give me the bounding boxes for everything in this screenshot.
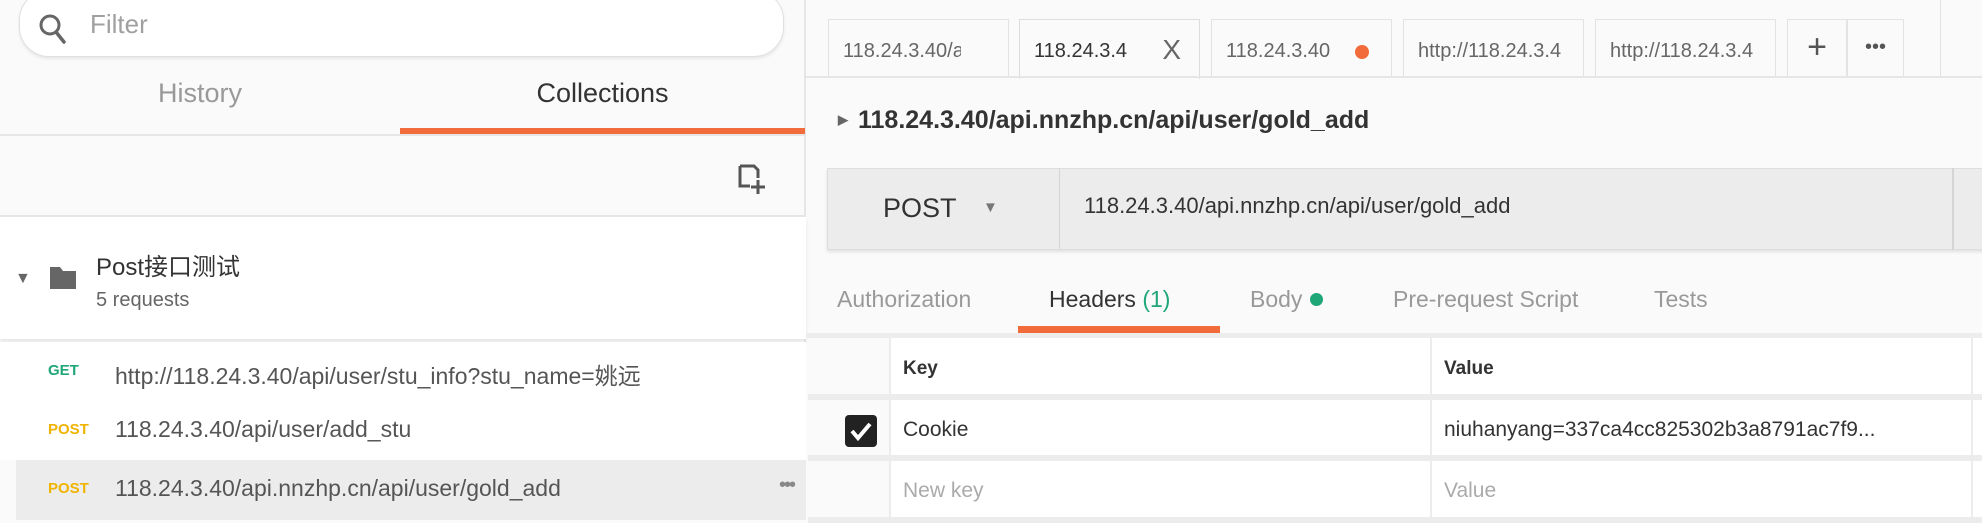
filter-input[interactable] <box>90 9 690 40</box>
caret-down-icon[interactable]: ▼ <box>15 270 31 288</box>
more-icon[interactable]: ••• <box>779 474 796 497</box>
request-item[interactable]: POST 118.24.3.40/api/user/add_stu <box>0 401 806 460</box>
headers-table: Key Value Cookie niuhanyang=337ca4cc8253… <box>808 338 1982 523</box>
request-title[interactable]: ▶ 118.24.3.40/api.nnzhp.cn/api/user/gold_… <box>838 106 1369 135</box>
request-url: 118.24.3.40/api.nnzhp.cn/api/user/gold_a… <box>115 475 561 501</box>
sidebar: History Collections ▼ Post接口测试 5 request… <box>0 0 806 520</box>
column-header-value: Value <box>1432 338 1973 394</box>
tab-label: 118.24.3.40 <box>1226 40 1331 62</box>
tab-label: http://118.24.3.4 <box>1418 40 1562 62</box>
collection-name: Post接口测试 <box>96 254 241 281</box>
divider <box>0 134 806 136</box>
new-value-input[interactable]: Value <box>1432 461 1973 517</box>
unsaved-dot-icon <box>1355 45 1369 59</box>
request-title-text: 118.24.3.40/api.nnzhp.cn/api/user/gold_a… <box>858 106 1370 134</box>
search-icon <box>39 14 66 44</box>
request-tab-active[interactable]: 118.24.3.4 X <box>1019 19 1200 79</box>
url-bar: POST ▼ 118.24.3.40/api.nnzhp.cn/api/user… <box>827 168 1982 250</box>
tab-headers[interactable]: Headers (1) <box>1049 286 1170 313</box>
request-tab[interactable]: 118.24.3.40/api/ <box>828 19 1009 76</box>
method-badge: POST <box>48 480 89 497</box>
checkbox-checked[interactable] <box>845 415 877 447</box>
tab-body-label: Body <box>1250 286 1303 312</box>
header-value-field[interactable]: niuhanyang=337ca4cc825302b3a8791ac7f9... <box>1432 400 1973 455</box>
table-header-row: Key Value <box>808 338 1982 400</box>
environment-area <box>1940 0 1982 76</box>
method-badge: POST <box>48 421 89 438</box>
new-collection-icon[interactable] <box>736 162 768 198</box>
tab-authorization[interactable]: Authorization <box>837 286 971 313</box>
table-row-new: New key Value <box>808 461 1982 523</box>
divider <box>806 76 1982 78</box>
tab-headers-label: Headers <box>1049 286 1136 312</box>
folder-icon <box>50 267 76 289</box>
request-tab[interactable]: http://118.24.3.4 <box>1595 19 1776 76</box>
tab-label: 118.24.3.4 <box>1034 40 1128 62</box>
method-label: POST <box>883 193 957 223</box>
request-item-selected[interactable]: POST 118.24.3.40/api.nnzhp.cn/api/user/g… <box>16 460 806 520</box>
column-header-key: Key <box>891 338 1432 394</box>
more-tabs-button[interactable]: ••• <box>1847 19 1904 76</box>
new-key-input[interactable]: New key <box>891 461 1432 517</box>
tab-history[interactable]: History <box>0 78 400 134</box>
tab-tests[interactable]: Tests <box>1654 286 1708 313</box>
checkbox-cell <box>808 400 891 455</box>
table-row: Cookie niuhanyang=337ca4cc825302b3a8791a… <box>808 400 1982 461</box>
header-checkbox-col <box>808 338 891 394</box>
headers-count: (1) <box>1142 286 1171 312</box>
request-url: http://118.24.3.40/api/user/stu_info?stu… <box>115 363 641 389</box>
collection-post[interactable]: ▼ Post接口测试 5 requests <box>0 217 806 339</box>
body-indicator-dot-icon <box>1310 293 1324 306</box>
tab-label: http://118.24.3.4 <box>1610 40 1754 62</box>
chevron-down-icon: ▼ <box>983 199 998 216</box>
add-tab-button[interactable]: + <box>1787 19 1847 76</box>
request-tab[interactable]: http://118.24.3.4 <box>1403 19 1584 76</box>
method-select[interactable]: POST ▼ <box>828 169 1060 249</box>
url-input[interactable]: 118.24.3.40/api.nnzhp.cn/api/user/gold_a… <box>1084 193 1964 219</box>
close-icon[interactable]: X <box>1162 34 1181 66</box>
method-badge: GET <box>48 362 79 379</box>
request-url: 118.24.3.40/api/user/add_stu <box>115 416 412 442</box>
filter-box[interactable] <box>19 0 784 57</box>
request-item[interactable]: GET http://118.24.3.40/api/user/stu_info… <box>0 342 806 401</box>
tab-label: 118.24.3.40/api/ <box>843 40 961 62</box>
header-key-field[interactable]: Cookie <box>891 400 1432 455</box>
divider <box>1952 168 1954 250</box>
active-tab-indicator <box>1018 326 1220 333</box>
tab-collections[interactable]: Collections <box>400 78 805 134</box>
tab-prerequest-script[interactable]: Pre-request Script <box>1393 286 1578 313</box>
request-tab[interactable]: 118.24.3.40 <box>1211 19 1392 76</box>
tab-body[interactable]: Body <box>1250 286 1324 313</box>
checkbox-cell <box>808 461 891 517</box>
collection-count: 5 requests <box>96 289 190 311</box>
caret-right-icon[interactable]: ▶ <box>838 112 848 127</box>
